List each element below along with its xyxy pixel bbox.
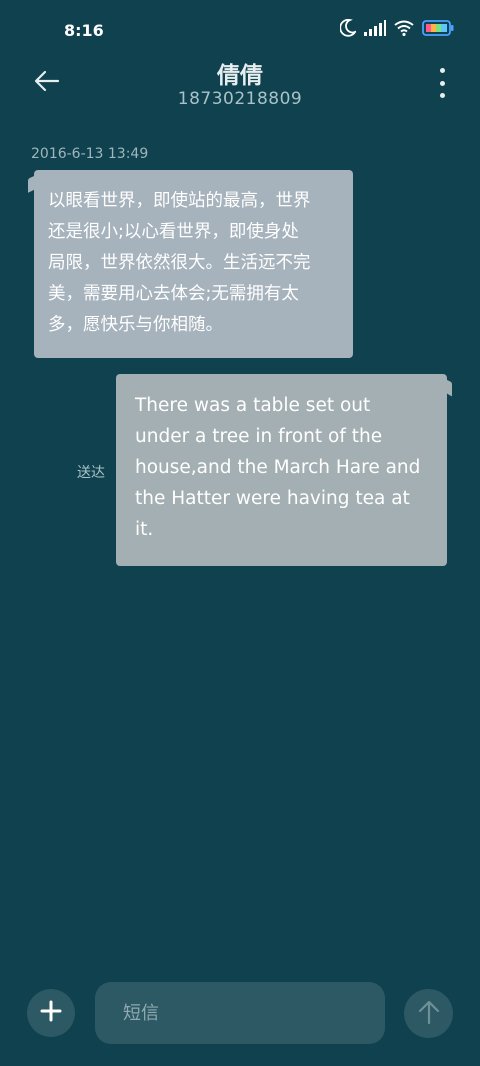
signal-icon <box>364 20 386 36</box>
messaging-screen: 8:16 倩倩 18730218809 2016-6-13 13:49 以眼看世… <box>0 0 480 1066</box>
message-line: There was a table set out <box>135 395 371 416</box>
moon-icon <box>340 19 356 37</box>
message-line: 还是很小;以心看世界，即使身处 <box>48 222 299 242</box>
message-line: 多，愿快乐与你相随。 <box>48 315 223 335</box>
status-bar: 8:16 <box>0 0 480 60</box>
plus-icon <box>40 1000 62 1026</box>
battery-icon <box>422 20 454 36</box>
message-input[interactable] <box>95 982 385 1044</box>
delivery-status: 送达 <box>77 465 105 481</box>
message-line: under a tree in front of the <box>135 426 383 447</box>
incoming-message-bubble[interactable]: 以眼看世界，即使站的最高，世界 还是很小;以心看世界，即使身处 局限，世界依然很… <box>34 170 353 358</box>
conversation-header: 倩倩 18730218809 <box>0 54 480 114</box>
more-options-button[interactable] <box>434 68 450 98</box>
status-time: 8:16 <box>64 21 104 40</box>
message-line: 局限，世界依然很大。生活远不完 <box>48 253 311 273</box>
contact-number: 18730218809 <box>177 89 303 109</box>
message-line: the Hatter were having tea at <box>135 488 410 509</box>
message-line: 美，需要用心去体会;无需拥有太 <box>48 284 299 304</box>
message-line: house,and the March Hare and <box>135 457 421 478</box>
message-line: 以眼看世界，即使站的最高，世界 <box>48 191 311 211</box>
status-icons <box>340 19 454 37</box>
message-line: it. <box>135 519 154 540</box>
more-vertical-icon <box>439 68 445 73</box>
outgoing-message-bubble[interactable]: There was a table set out under a tree i… <box>116 374 447 566</box>
send-button[interactable] <box>404 989 453 1038</box>
arrow-up-icon <box>417 999 441 1029</box>
add-attachment-button[interactable] <box>27 989 75 1037</box>
contact-name: 倩倩 <box>217 63 263 89</box>
wifi-icon <box>394 20 414 36</box>
message-timestamp: 2016-6-13 13:49 <box>31 146 149 162</box>
